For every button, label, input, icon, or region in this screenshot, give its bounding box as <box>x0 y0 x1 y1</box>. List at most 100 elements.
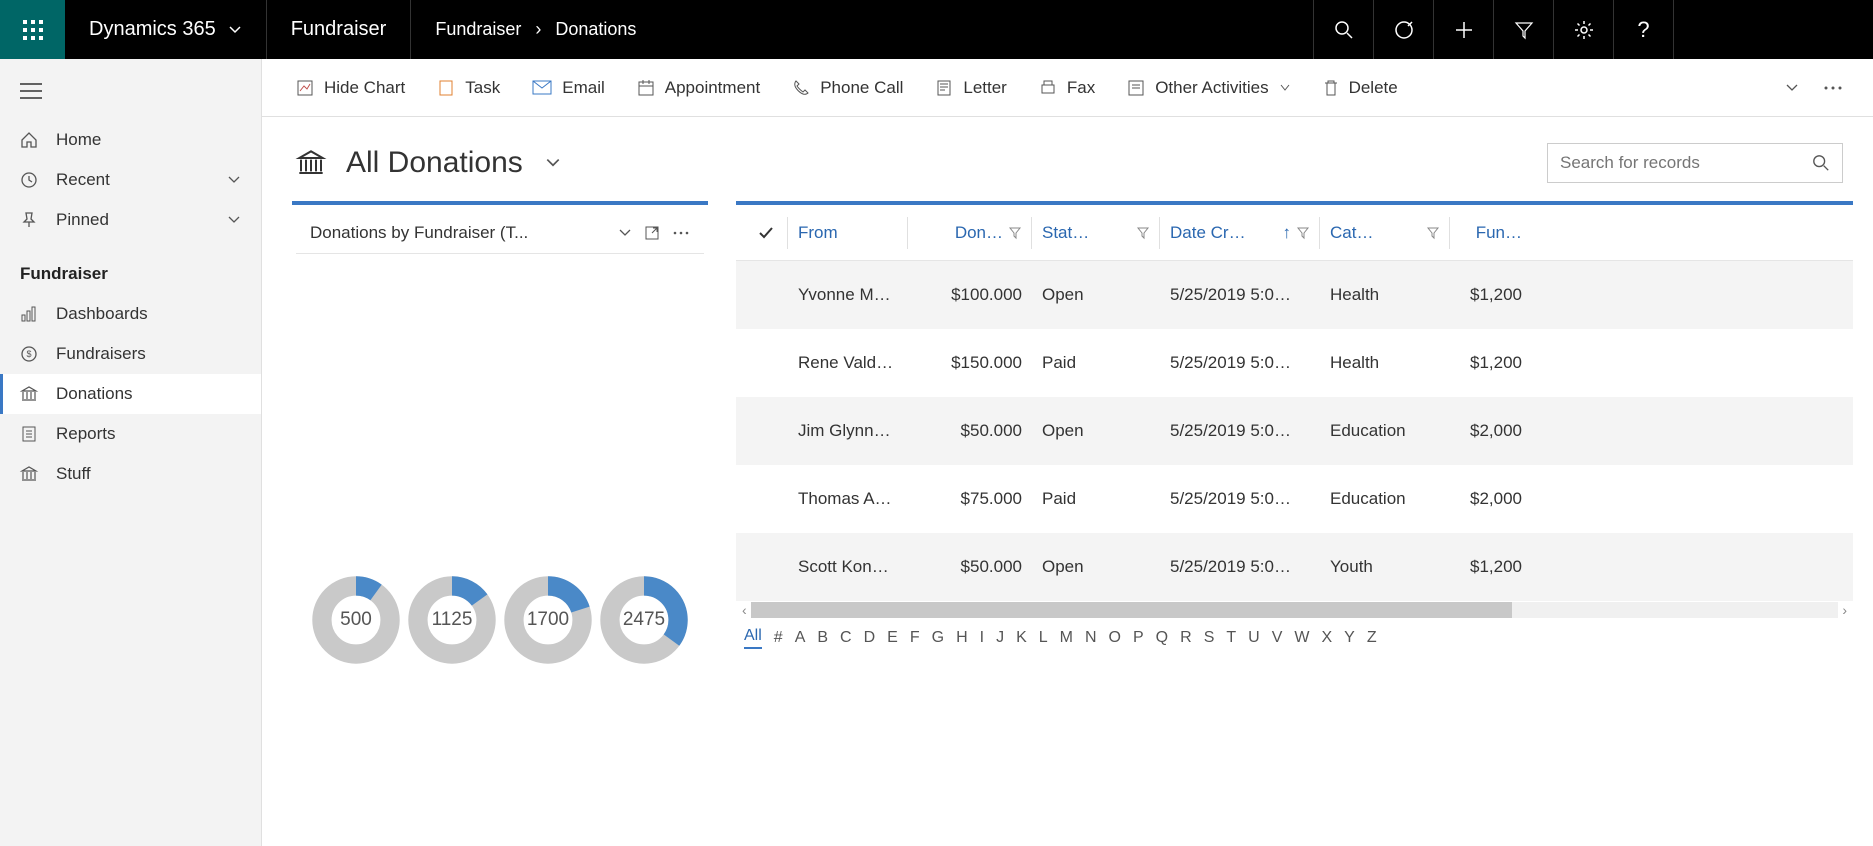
dashboard-icon <box>20 305 38 323</box>
module-title-text: Fundraiser <box>291 18 387 41</box>
cmd-phone-call[interactable]: Phone Call <box>776 78 919 98</box>
help-button[interactable]: ? <box>1613 0 1673 59</box>
scroll-right-icon[interactable]: › <box>1842 602 1847 618</box>
sidebar-item-pinned[interactable]: Pinned <box>0 200 261 240</box>
scroll-left-icon[interactable]: ‹ <box>742 602 747 618</box>
cell-status: Open <box>1032 421 1160 441</box>
col-from[interactable]: From <box>788 217 908 249</box>
horizontal-scrollbar[interactable]: ‹ › <box>736 601 1853 619</box>
table-row[interactable]: Rene Vald…$150.000Paid5/25/2019 5:0…Heal… <box>736 329 1853 397</box>
donut-chart[interactable]: 1700 <box>503 575 593 665</box>
alpha-letter[interactable]: A <box>795 629 806 647</box>
module-title[interactable]: Fundraiser <box>267 0 412 59</box>
cell-status: Paid <box>1032 489 1160 509</box>
app-launcher[interactable] <box>0 0 65 59</box>
alpha-all[interactable]: All <box>744 627 762 649</box>
alpha-letter[interactable]: Q <box>1156 629 1168 647</box>
cell-donation: $50.000 <box>908 421 1032 441</box>
cmd-letter[interactable]: Letter <box>919 78 1022 98</box>
table-row[interactable]: Thomas A…$75.000Paid5/25/2019 5:0…Educat… <box>736 465 1853 533</box>
cmd-delete[interactable]: Delete <box>1307 78 1414 98</box>
chevron-down-icon[interactable] <box>618 226 632 240</box>
alpha-letter[interactable]: S <box>1204 629 1215 647</box>
cmd-appointment[interactable]: Appointment <box>621 78 776 98</box>
sidebar-item-dashboards[interactable]: Dashboards <box>0 294 261 334</box>
alpha-letter[interactable]: X <box>1321 629 1332 647</box>
col-date-created[interactable]: Date Cr…↑ <box>1160 217 1320 249</box>
alpha-letter[interactable]: Y <box>1344 629 1355 647</box>
col-donation[interactable]: Don… <box>908 217 1032 249</box>
alpha-letter[interactable]: J <box>996 629 1004 647</box>
cell-fundraiser: $2,000 <box>1450 489 1532 509</box>
cmd-hide-chart[interactable]: Hide Chart <box>280 78 421 98</box>
alpha-letter[interactable]: C <box>840 629 852 647</box>
alpha-letter[interactable]: D <box>864 629 876 647</box>
sidebar-item-label: Donations <box>56 384 133 404</box>
alpha-letter[interactable]: H <box>956 629 968 647</box>
sidebar-item-recent[interactable]: Recent <box>0 160 261 200</box>
command-bar: Hide Chart Task Email Appointment Phone … <box>262 59 1873 117</box>
table-row[interactable]: Jim Glynn…$50.000Open5/25/2019 5:0…Educa… <box>736 397 1853 465</box>
col-fundraiser[interactable]: Fun… <box>1450 217 1532 249</box>
donut-chart[interactable]: 2475 <box>599 575 689 665</box>
sidebar-item-reports[interactable]: Reports <box>0 414 261 454</box>
sidebar-item-stuff[interactable]: Stuff <box>0 454 261 494</box>
alpha-hash[interactable]: # <box>774 629 783 647</box>
settings-button[interactable] <box>1553 0 1613 59</box>
chart-title: Donations by Fundraiser (T... <box>310 223 606 243</box>
alpha-letter[interactable]: Z <box>1367 629 1377 647</box>
content: Hide Chart Task Email Appointment Phone … <box>262 59 1873 846</box>
gear-icon <box>1574 20 1594 40</box>
cmd-fax[interactable]: Fax <box>1023 78 1111 98</box>
expand-icon[interactable] <box>644 225 660 241</box>
sidebar-toggle[interactable] <box>0 65 261 120</box>
donut-chart[interactable]: 1125 <box>407 575 497 665</box>
chevron-down-icon <box>545 155 561 171</box>
chevron-down-icon[interactable] <box>1785 81 1799 95</box>
breadcrumb-root[interactable]: Fundraiser <box>435 19 521 40</box>
more-icon[interactable] <box>1823 85 1843 91</box>
search-box[interactable] <box>1547 143 1843 183</box>
alpha-letter[interactable]: L <box>1039 629 1048 647</box>
select-all[interactable] <box>744 217 788 249</box>
alpha-letter[interactable]: N <box>1085 629 1097 647</box>
new-button[interactable] <box>1433 0 1493 59</box>
col-category[interactable]: Cat… <box>1320 217 1450 249</box>
alpha-letter[interactable]: K <box>1016 629 1027 647</box>
table-row[interactable]: Yvonne M…$100.000Open5/25/2019 5:0…Healt… <box>736 261 1853 329</box>
chevron-down-icon <box>228 23 242 37</box>
alpha-letter[interactable]: V <box>1272 629 1283 647</box>
col-status[interactable]: Stat… <box>1032 217 1160 249</box>
alpha-letter[interactable]: M <box>1060 629 1073 647</box>
search-icon <box>1334 20 1354 40</box>
alpha-letter[interactable]: E <box>887 629 898 647</box>
view-selector[interactable]: All Donations <box>346 146 561 180</box>
cmd-other-activities[interactable]: Other Activities <box>1111 78 1306 98</box>
alpha-letter[interactable]: I <box>980 629 984 647</box>
alpha-letter[interactable]: F <box>910 629 920 647</box>
donut-chart[interactable]: 500 <box>311 575 401 665</box>
table-row[interactable]: Scott Kon…$50.000Open5/25/2019 5:0…Youth… <box>736 533 1853 601</box>
app-title-text: Dynamics 365 <box>89 18 216 41</box>
assistant-button[interactable] <box>1373 0 1433 59</box>
alpha-letter[interactable]: P <box>1133 629 1144 647</box>
user-area[interactable] <box>1673 0 1873 59</box>
cmd-email[interactable]: Email <box>516 78 621 98</box>
alpha-letter[interactable]: R <box>1180 629 1192 647</box>
sidebar-item-donations[interactable]: Donations <box>0 374 261 414</box>
cell-status: Open <box>1032 557 1160 577</box>
alpha-letter[interactable]: U <box>1248 629 1260 647</box>
more-icon[interactable] <box>672 230 690 236</box>
search-button[interactable] <box>1313 0 1373 59</box>
sidebar-item-home[interactable]: Home <box>0 120 261 160</box>
alpha-letter[interactable]: G <box>932 629 944 647</box>
alpha-letter[interactable]: W <box>1294 629 1309 647</box>
alpha-letter[interactable]: B <box>817 629 828 647</box>
search-input[interactable] <box>1560 153 1812 173</box>
cmd-task[interactable]: Task <box>421 78 516 98</box>
app-title[interactable]: Dynamics 365 <box>65 0 267 59</box>
alpha-letter[interactable]: O <box>1109 629 1121 647</box>
filter-button[interactable] <box>1493 0 1553 59</box>
sidebar-item-fundraisers[interactable]: $ Fundraisers <box>0 334 261 374</box>
alpha-letter[interactable]: T <box>1226 629 1236 647</box>
